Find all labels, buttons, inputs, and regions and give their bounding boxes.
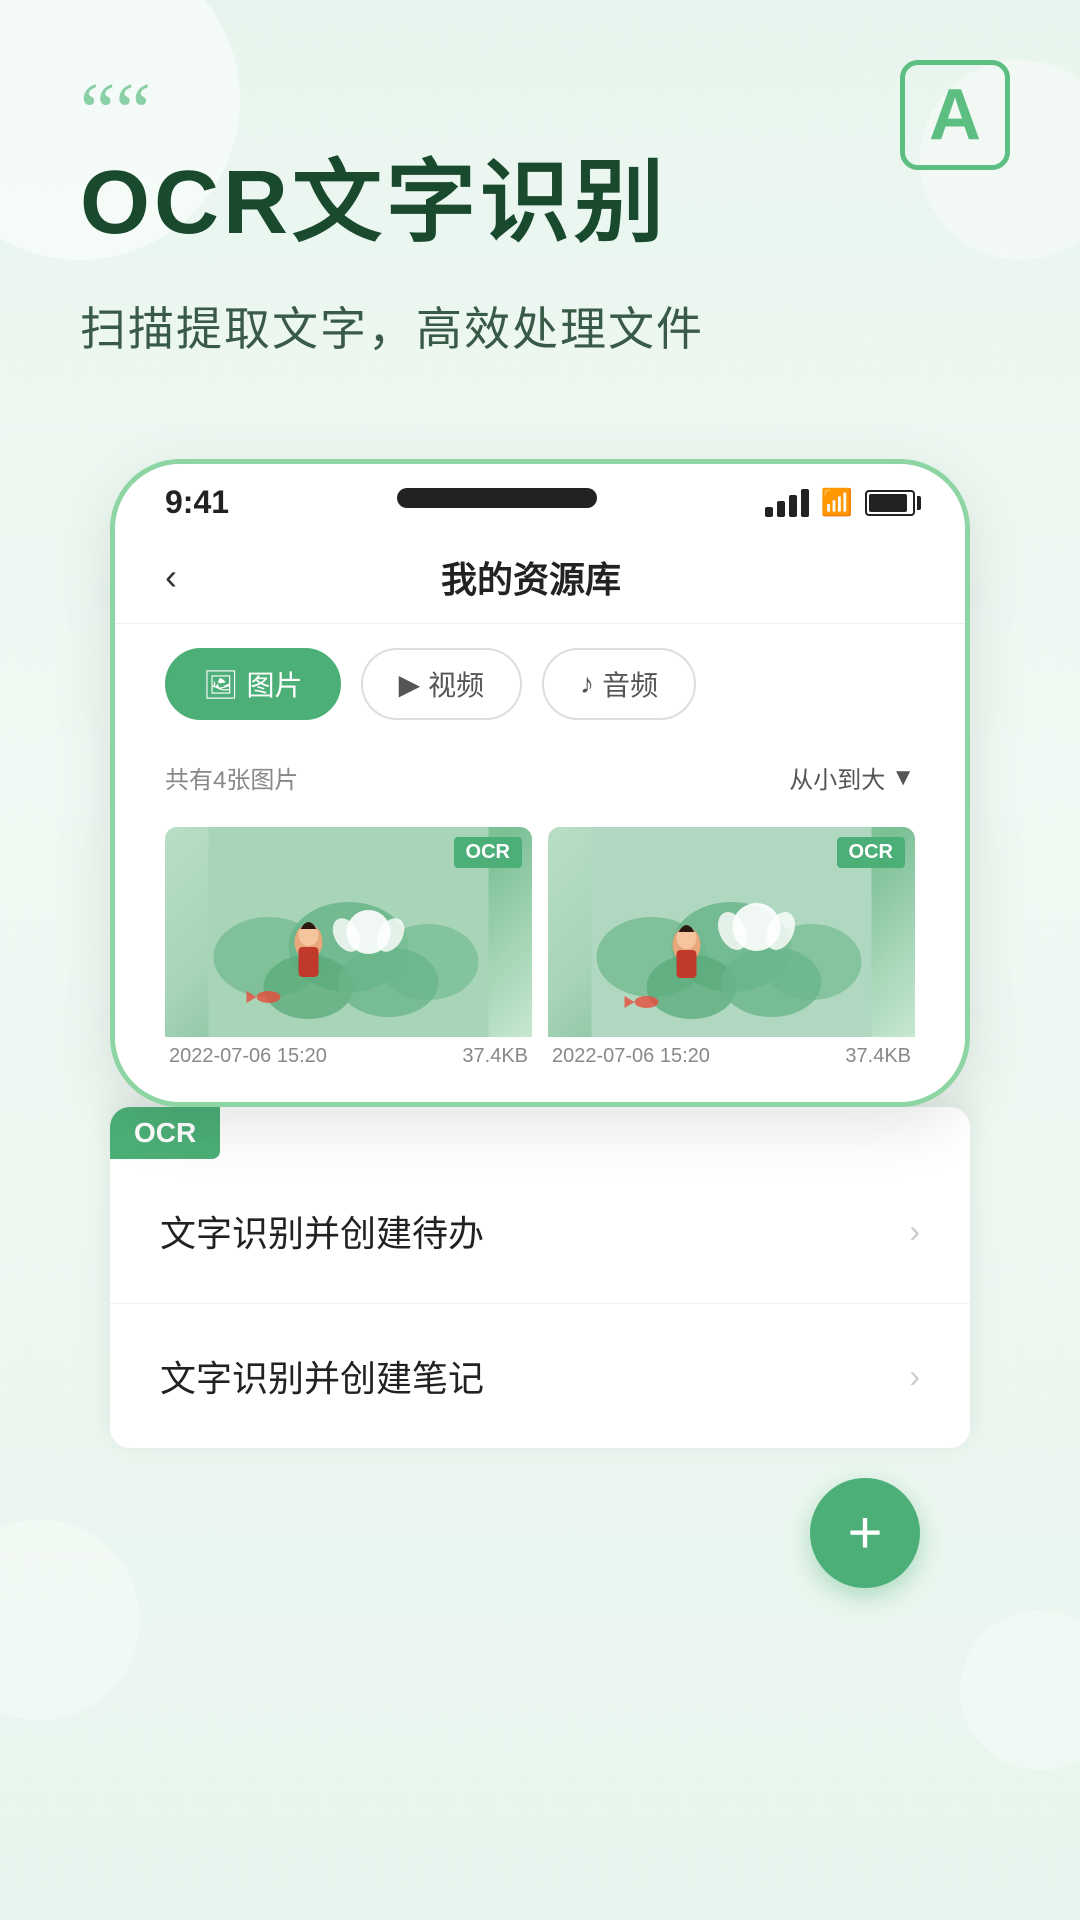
chevron-right-icon-note: › [909, 1358, 920, 1395]
ocr-popup-menu: OCR 文字识别并创建待办 › 文字识别并创建笔记 › [110, 1107, 970, 1448]
image-meta-1: 2022-07-06 15:20 37.4KB [165, 1037, 532, 1072]
video-tab-icon: ▶ [399, 668, 421, 701]
status-time: 9:41 [165, 484, 229, 521]
image-size-2: 37.4KB [845, 1045, 911, 1068]
phone-frame: 9:41 📶 ‹ 我的资源库 [110, 459, 970, 1107]
ocr-popup-tag: OCR [110, 1107, 220, 1159]
phone-mockup-container: 9:41 📶 ‹ 我的资源库 [110, 459, 970, 1107]
image-grid: OCR 2022-07-06 15:20 37.4KB [115, 811, 965, 1102]
signal-icon [765, 489, 809, 517]
dynamic-island [397, 488, 597, 508]
images-tab-label: 图片 [247, 664, 303, 704]
image-thumb-1: OCR [165, 827, 532, 1037]
main-title: OCR文字识别 [80, 154, 1000, 253]
header-section: A ““ OCR文字识别 扫描提取文字，高效处理文件 [0, 0, 1080, 399]
audio-tab-label: 音频 [602, 664, 658, 704]
image-item-2[interactable]: OCR 2022-07-06 15:20 37.4KB [548, 827, 915, 1072]
nav-title: 我的资源库 [207, 551, 855, 603]
image-date-2: 2022-07-06 15:20 [552, 1045, 710, 1068]
ocr-badge-1: OCR [454, 837, 522, 868]
image-count: 共有4张图片 [165, 760, 298, 795]
chevron-right-icon-todo: › [909, 1213, 920, 1250]
filter-tab-video[interactable]: ▶ 视频 [361, 648, 523, 720]
image-date-1: 2022-07-06 15:20 [169, 1045, 327, 1068]
image-size-1: 37.4KB [462, 1045, 528, 1068]
wifi-icon: 📶 [821, 487, 853, 518]
image-meta-2: 2022-07-06 15:20 37.4KB [548, 1037, 915, 1072]
ocr-menu-item-note[interactable]: 文字识别并创建笔记 › [110, 1304, 970, 1448]
ocr-todo-label: 文字识别并创建待办 [160, 1205, 484, 1257]
audio-tab-icon: ♪ [580, 668, 594, 700]
sort-label: 从小到大 [789, 760, 885, 795]
back-button[interactable]: ‹ [165, 556, 177, 598]
fab-plus-icon: + [847, 1503, 882, 1563]
page-content: A ““ OCR文字识别 扫描提取文字，高效处理文件 9:41 📶 [0, 0, 1080, 1920]
ocr-note-label: 文字识别并创建笔记 [160, 1350, 484, 1402]
quote-marks: ““ [80, 80, 1000, 144]
app-nav-bar: ‹ 我的资源库 [115, 531, 965, 624]
sort-chevron-icon: ▼ [891, 764, 915, 792]
ocr-menu-item-todo[interactable]: 文字识别并创建待办 › [110, 1159, 970, 1304]
fab-add-button[interactable]: + [810, 1478, 920, 1588]
filter-tabs: 🖼 图片 ▶ 视频 ♪ 音频 [115, 624, 965, 744]
fab-container: + [110, 1448, 970, 1608]
subtitle: 扫描提取文字，高效处理文件 [80, 293, 1000, 359]
battery-icon [865, 490, 915, 516]
image-item-1[interactable]: OCR 2022-07-06 15:20 37.4KB [165, 827, 532, 1072]
filter-tab-images[interactable]: 🖼 图片 [165, 648, 341, 720]
video-tab-label: 视频 [428, 664, 484, 704]
ocr-badge-2: OCR [837, 837, 905, 868]
sort-button[interactable]: 从小到大 ▼ [789, 760, 915, 795]
status-bar: 9:41 📶 [115, 464, 965, 531]
info-bar: 共有4张图片 从小到大 ▼ [115, 744, 965, 811]
image-thumb-2: OCR [548, 827, 915, 1037]
images-tab-icon: 🖼 [203, 668, 239, 701]
filter-tab-audio[interactable]: ♪ 音频 [542, 648, 696, 720]
status-icons: 📶 [765, 487, 915, 518]
